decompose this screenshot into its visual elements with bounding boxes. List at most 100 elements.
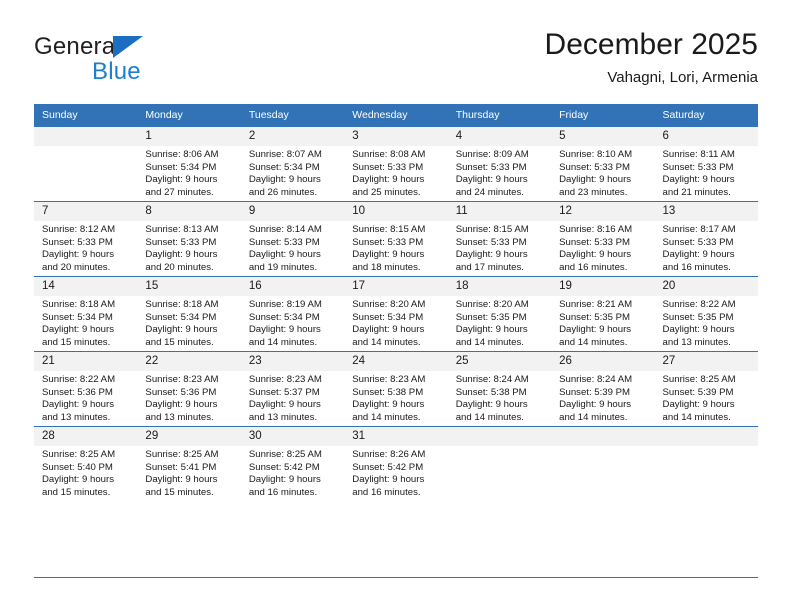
day-number: 17	[344, 277, 448, 296]
daylight-text-line2: and 27 minutes.	[145, 186, 214, 198]
calendar-day-cell[interactable]: 26 Sunrise: 8:24 AM Sunset: 5:39 PM Dayligh…	[551, 351, 655, 427]
sunrise-text: Sunrise: 8:24 AM	[559, 374, 633, 385]
sunrise-text: Sunrise: 8:20 AM	[352, 299, 426, 310]
day-sun-info: Sunrise: 8:15 AM Sunset: 5:33 PM Daylight:…	[344, 221, 447, 274]
calendar-day-cell[interactable]: 10 Sunrise: 8:15 AM Sunset: 5:33 PM Dayligh…	[344, 201, 448, 277]
daylight-text-line2: and 16 minutes.	[662, 261, 731, 273]
day-number: 7	[34, 202, 138, 221]
sunrise-text: Sunrise: 8:22 AM	[662, 299, 736, 310]
calendar-day-cell[interactable]: 27 Sunrise: 8:25 AM Sunset: 5:39 PM Dayligh…	[654, 351, 758, 427]
day-number: 25	[447, 352, 552, 371]
calendar-day-cell[interactable]: 25 Sunrise: 8:24 AM Sunset: 5:38 PM Dayligh…	[447, 351, 552, 427]
day-sun-info: Sunrise: 8:26 AM Sunset: 5:42 PM Daylight:…	[344, 446, 447, 499]
sunset-text: Sunset: 5:38 PM	[455, 386, 527, 398]
calendar-day-cell[interactable]: 17 Sunrise: 8:20 AM Sunset: 5:34 PM Dayligh…	[344, 276, 448, 352]
day-number: 23	[240, 352, 345, 371]
calendar-day-cell[interactable]: 31 Sunrise: 8:26 AM Sunset: 5:42 PM Dayligh…	[344, 426, 448, 501]
calendar-day-cell[interactable]: 24 Sunrise: 8:23 AM Sunset: 5:38 PM Dayligh…	[344, 351, 448, 427]
day-number: 28	[34, 427, 138, 446]
daylight-text-line2: and 21 minutes.	[662, 186, 731, 198]
daylight-text-line2: and 24 minutes.	[455, 186, 524, 198]
calendar-day-cell[interactable]: 9 Sunrise: 8:14 AM Sunset: 5:33 PM Daylight…	[240, 201, 345, 277]
sunset-text: Sunset: 5:37 PM	[248, 386, 320, 398]
sunrise-text: Sunrise: 8:21 AM	[559, 299, 633, 310]
sunrise-text: Sunrise: 8:25 AM	[662, 374, 736, 385]
calendar-day-cell[interactable]: 8 Sunrise: 8:13 AM Sunset: 5:33 PM Daylight…	[137, 201, 241, 277]
calendar-day-cell[interactable]: 20 Sunrise: 8:22 AM Sunset: 5:35 PM Dayligh…	[654, 276, 758, 352]
calendar-day-cell[interactable]: 28 Sunrise: 8:25 AM Sunset: 5:40 PM Dayligh…	[34, 426, 138, 501]
day-sun-info: Sunrise: 8:21 AM Sunset: 5:35 PM Daylight:…	[551, 296, 654, 349]
sunrise-text: Sunrise: 8:08 AM	[352, 149, 426, 160]
daylight-text-line2: and 19 minutes.	[248, 261, 318, 273]
calendar-day-cell[interactable]: 4 Sunrise: 8:09 AM Sunset: 5:33 PM Daylight…	[447, 126, 552, 202]
calendar-day-cell[interactable]: 30 Sunrise: 8:25 AM Sunset: 5:42 PM Dayligh…	[240, 426, 345, 501]
daylight-text-line2: and 26 minutes.	[248, 186, 318, 198]
day-number: 22	[137, 352, 241, 371]
sunrise-text: Sunrise: 8:18 AM	[42, 299, 116, 310]
calendar-day-cell[interactable]: 3 Sunrise: 8:08 AM Sunset: 5:33 PM Daylight…	[344, 126, 448, 202]
calendar-day-cell[interactable]: 22 Sunrise: 8:23 AM Sunset: 5:36 PM Dayligh…	[137, 351, 241, 427]
daylight-text-line2: and 15 minutes.	[145, 486, 214, 498]
calendar-day-cell[interactable]: 12 Sunrise: 8:16 AM Sunset: 5:33 PM Dayligh…	[551, 201, 655, 277]
sunrise-text: Sunrise: 8:20 AM	[455, 299, 529, 310]
day-number: 26	[551, 352, 655, 371]
calendar-day-cell[interactable]: 18 Sunrise: 8:20 AM Sunset: 5:35 PM Dayligh…	[447, 276, 552, 352]
sunrise-text: Sunrise: 8:25 AM	[145, 449, 219, 460]
daylight-text-line1: Daylight: 9 hours	[145, 249, 218, 261]
day-number: 9	[240, 202, 345, 221]
day-number: 8	[137, 202, 241, 221]
sunrise-text: Sunrise: 8:14 AM	[248, 224, 322, 235]
daylight-text-line2: and 14 minutes.	[455, 411, 524, 423]
calendar-day-cell[interactable]: 23 Sunrise: 8:23 AM Sunset: 5:37 PM Dayligh…	[240, 351, 345, 427]
calendar-day-cell[interactable]: 29 Sunrise: 8:25 AM Sunset: 5:41 PM Dayligh…	[137, 426, 241, 501]
day-sun-info: Sunrise: 8:25 AM Sunset: 5:39 PM Daylight:…	[655, 371, 758, 424]
calendar-day-cell[interactable]: 14 Sunrise: 8:18 AM Sunset: 5:34 PM Dayligh…	[34, 276, 138, 352]
daylight-text-line1: Daylight: 9 hours	[662, 174, 735, 186]
calendar-day-cell[interactable]: 5 Sunrise: 8:10 AM Sunset: 5:33 PM Daylight…	[551, 126, 655, 202]
sunset-text: Sunset: 5:33 PM	[42, 236, 113, 248]
calendar-day-cell[interactable]: 6 Sunrise: 8:11 AM Sunset: 5:33 PM Daylight…	[654, 126, 758, 202]
sunset-text: Sunset: 5:35 PM	[455, 311, 527, 323]
sunset-text: Sunset: 5:34 PM	[352, 311, 424, 323]
calendar-day-cell-empty	[551, 426, 655, 501]
calendar-day-cell-empty	[447, 426, 552, 501]
daylight-text-line2: and 20 minutes.	[42, 261, 111, 273]
calendar-day-cell[interactable]: 2 Sunrise: 8:07 AM Sunset: 5:34 PM Daylight…	[240, 126, 345, 202]
daylight-text-line1: Daylight: 9 hours	[145, 474, 218, 486]
day-number: 2	[240, 127, 345, 146]
weekday-header-saturday: Saturday	[654, 104, 758, 127]
day-sun-info: Sunrise: 8:13 AM Sunset: 5:33 PM Daylight:…	[137, 221, 240, 274]
sunset-text: Sunset: 5:40 PM	[42, 461, 113, 473]
weekday-header-sunday: Sunday	[34, 104, 138, 127]
day-sun-info: Sunrise: 8:23 AM Sunset: 5:37 PM Daylight:…	[241, 371, 344, 424]
weekday-header-tuesday: Tuesday	[240, 104, 345, 127]
daylight-text-line1: Daylight: 9 hours	[248, 399, 321, 411]
calendar-day-cell[interactable]: 7 Sunrise: 8:12 AM Sunset: 5:33 PM Daylight…	[34, 201, 138, 277]
sunrise-text: Sunrise: 8:15 AM	[352, 224, 426, 235]
day-sun-info: Sunrise: 8:16 AM Sunset: 5:33 PM Daylight:…	[551, 221, 654, 274]
day-sun-info: Sunrise: 8:11 AM Sunset: 5:33 PM Daylight:…	[655, 146, 758, 199]
calendar-day-cell[interactable]: 21 Sunrise: 8:22 AM Sunset: 5:36 PM Dayligh…	[34, 351, 138, 427]
calendar-bottom-rule	[34, 577, 758, 578]
sunrise-text: Sunrise: 8:07 AM	[248, 149, 322, 160]
sunset-text: Sunset: 5:36 PM	[42, 386, 113, 398]
general-blue-logo[interactable]: General Blue	[34, 33, 214, 89]
calendar-week-row: 28 Sunrise: 8:25 AM Sunset: 5:40 PM Dayligh…	[34, 426, 758, 501]
sunset-text: Sunset: 5:34 PM	[248, 161, 320, 173]
daylight-text-line1: Daylight: 9 hours	[248, 324, 321, 336]
weekday-header-friday: Friday	[551, 104, 655, 127]
calendar-day-cell[interactable]: 16 Sunrise: 8:19 AM Sunset: 5:34 PM Dayligh…	[240, 276, 345, 352]
calendar-day-cell[interactable]: 15 Sunrise: 8:18 AM Sunset: 5:34 PM Dayligh…	[137, 276, 241, 352]
calendar-day-cell[interactable]: 11 Sunrise: 8:15 AM Sunset: 5:33 PM Dayligh…	[447, 201, 552, 277]
calendar-day-cell[interactable]: 1 Sunrise: 8:06 AM Sunset: 5:34 PM Daylight…	[137, 126, 241, 202]
daylight-text-line1: Daylight: 9 hours	[559, 174, 632, 186]
sunset-text: Sunset: 5:42 PM	[248, 461, 320, 473]
title-block: December 2025 Vahagni, Lori, Armenia	[545, 28, 758, 86]
daylight-text-line2: and 20 minutes.	[145, 261, 214, 273]
daylight-text-line1: Daylight: 9 hours	[42, 474, 114, 486]
calendar-day-cell[interactable]: 13 Sunrise: 8:17 AM Sunset: 5:33 PM Dayligh…	[654, 201, 758, 277]
calendar-day-cell[interactable]: 19 Sunrise: 8:21 AM Sunset: 5:35 PM Dayligh…	[551, 276, 655, 352]
sunrise-text: Sunrise: 8:19 AM	[248, 299, 322, 310]
day-sun-info: Sunrise: 8:20 AM Sunset: 5:34 PM Daylight:…	[344, 296, 447, 349]
daylight-text-line2: and 14 minutes.	[352, 411, 421, 423]
